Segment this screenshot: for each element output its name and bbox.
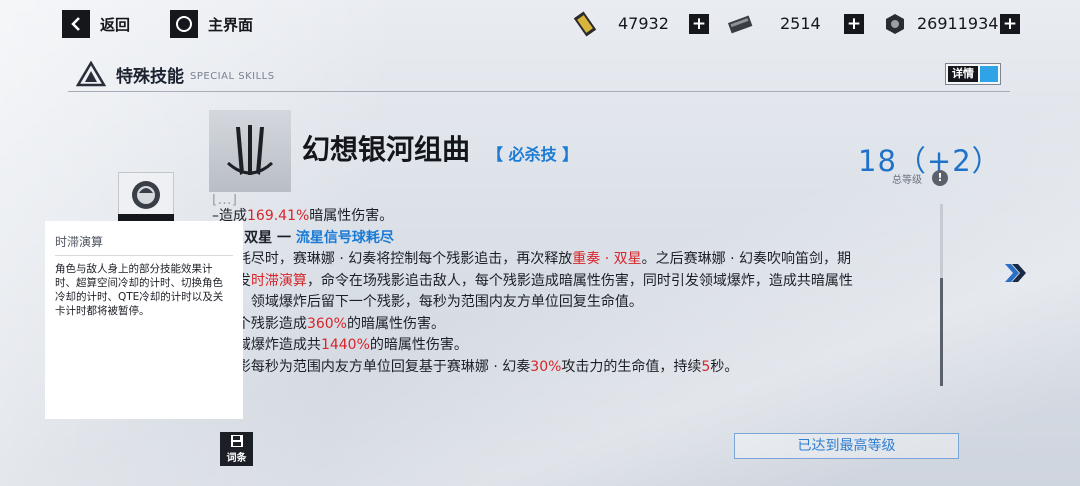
desc-subheading: […]·双星 一 流星信号球耗尽	[212, 229, 394, 246]
home-button[interactable]: 主界面	[170, 10, 253, 38]
detail-toggle[interactable]: 详情	[945, 63, 1001, 85]
glossary-button[interactable]: 词条	[220, 432, 253, 466]
back-arrow-icon	[62, 10, 90, 38]
double-chevron-right-icon	[1005, 264, 1026, 282]
skill-level-label: 总等级	[892, 175, 922, 186]
character-portrait-icon	[132, 181, 160, 209]
skill-name: 幻想银河组曲	[302, 133, 471, 166]
section-header: 特殊技能 SPECIAL SKILLS	[76, 60, 275, 88]
detail-toggle-label: 详情	[948, 66, 978, 82]
home-ring-icon	[170, 10, 198, 38]
gold-card-icon	[573, 11, 597, 37]
tooltip-title: 时滞演算	[55, 235, 104, 249]
keyword-tooltip: 时滞演算 角色与敌人身上的部分技能效果计时、超算空间冷却的计时、切换角色冷却的计…	[45, 221, 243, 419]
section-divider	[68, 91, 1010, 92]
triangle-emblem-icon	[76, 61, 106, 87]
skill-type-tag: 【 必杀技 】	[487, 145, 579, 164]
resource-coin: 26911934 +	[884, 10, 1024, 38]
resource-coin-add-button[interactable]: +	[1000, 14, 1020, 34]
keyword-link[interactable]: 时滞演算	[251, 273, 307, 289]
desc-line: […]域爆炸造成共1440%的暗属性伤害。	[212, 337, 468, 353]
resource-gold: 47932 +	[572, 10, 712, 38]
skill-level: 18（+2）	[858, 144, 1002, 178]
desc-line-faded: […]	[212, 194, 237, 206]
detail-toggle-switch	[980, 66, 998, 82]
desc-line: […]，领域爆炸后留下一个残影，每秒为范围内友方单位回复生命值。	[212, 294, 643, 310]
description-scrollbar-thumb[interactable]	[940, 278, 943, 386]
section-subtitle: SPECIAL SKILLS	[190, 71, 275, 82]
save-disk-icon	[230, 435, 243, 447]
skill-icon	[209, 110, 291, 192]
info-icon[interactable]: !	[932, 170, 948, 186]
resource-gold-value: 47932	[618, 14, 669, 33]
resource-ticket-value: 2514	[780, 14, 821, 33]
home-label: 主界面	[208, 15, 254, 34]
ticket-icon	[727, 15, 753, 34]
resource-ticket-add-button[interactable]: +	[844, 14, 864, 34]
desc-line: […]影每秒为范围内友方单位回复基于赛琳娜 · 幻奏30%攻击力的生命值，持续5…	[212, 358, 739, 375]
tooltip-body: 角色与敌人身上的部分技能效果计时、超算空间冷却的计时、切换角色冷却的计时、QTE…	[55, 263, 224, 317]
back-label: 返回	[100, 15, 131, 34]
next-skill-button[interactable]	[1000, 258, 1030, 288]
skill-description: […] –造成169.41%暗属性伤害。 […]·双星 一 流星信号球耗尽 [……	[212, 194, 932, 386]
section-title: 特殊技能	[116, 66, 184, 87]
desc-line: […]发时滞演算，命令在场残影追击敌人，每个残影造成暗属性伤害，同时引发领域爆炸…	[212, 272, 853, 289]
back-button[interactable]: 返回	[62, 10, 130, 38]
triple-blade-icon	[226, 125, 274, 175]
glossary-button-label: 词条	[226, 453, 247, 464]
desc-line: […]耗尽时，赛琳娜 · 幻奏将控制每个残影追击，再次释放重奏 · 双星。之后赛…	[212, 251, 851, 267]
resource-ticket: 2514 +	[726, 10, 866, 38]
hex-coin-icon	[886, 14, 904, 34]
max-level-button[interactable]: 已达到最高等级	[734, 433, 959, 459]
resource-gold-add-button[interactable]: +	[689, 14, 709, 34]
tooltip-divider	[55, 255, 233, 256]
desc-line: –造成169.41%暗属性伤害。	[212, 208, 394, 224]
resource-coin-value: 26911934	[917, 14, 999, 33]
desc-line: […]个残影造成360%的暗属性伤害。	[212, 315, 445, 332]
